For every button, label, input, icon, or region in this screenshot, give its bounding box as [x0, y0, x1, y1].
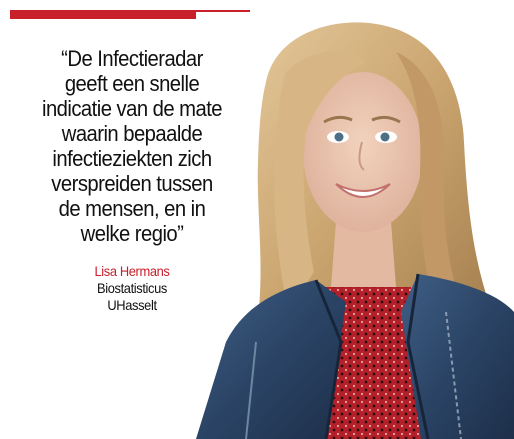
person-organization: UHasselt	[107, 297, 157, 313]
quote-line: geeft een snelle	[64, 71, 200, 96]
quote-line: “De Infectieradar	[61, 46, 203, 71]
quote-line: welke regio”	[80, 221, 184, 246]
quote-line: de mensen, en in	[58, 196, 206, 221]
quote-line: indicatie van de mate	[41, 96, 223, 121]
person-role: Biostatisticus	[96, 280, 168, 296]
portrait-photo	[196, 12, 514, 439]
quote-line: infectieziekten zich	[52, 146, 212, 171]
quote-attribution: Lisa Hermans Biostatisticus UHasselt	[58, 263, 205, 314]
article-excerpt: “De Infectieradar geeft een snelle indic…	[0, 0, 514, 439]
quote-line: waarin bepaalde	[61, 121, 203, 146]
quote-line: verspreiden tussen	[51, 171, 213, 196]
pull-quote: “De Infectieradar geeft een snelle indic…	[33, 46, 231, 246]
person-name: Lisa Hermans	[94, 263, 170, 279]
